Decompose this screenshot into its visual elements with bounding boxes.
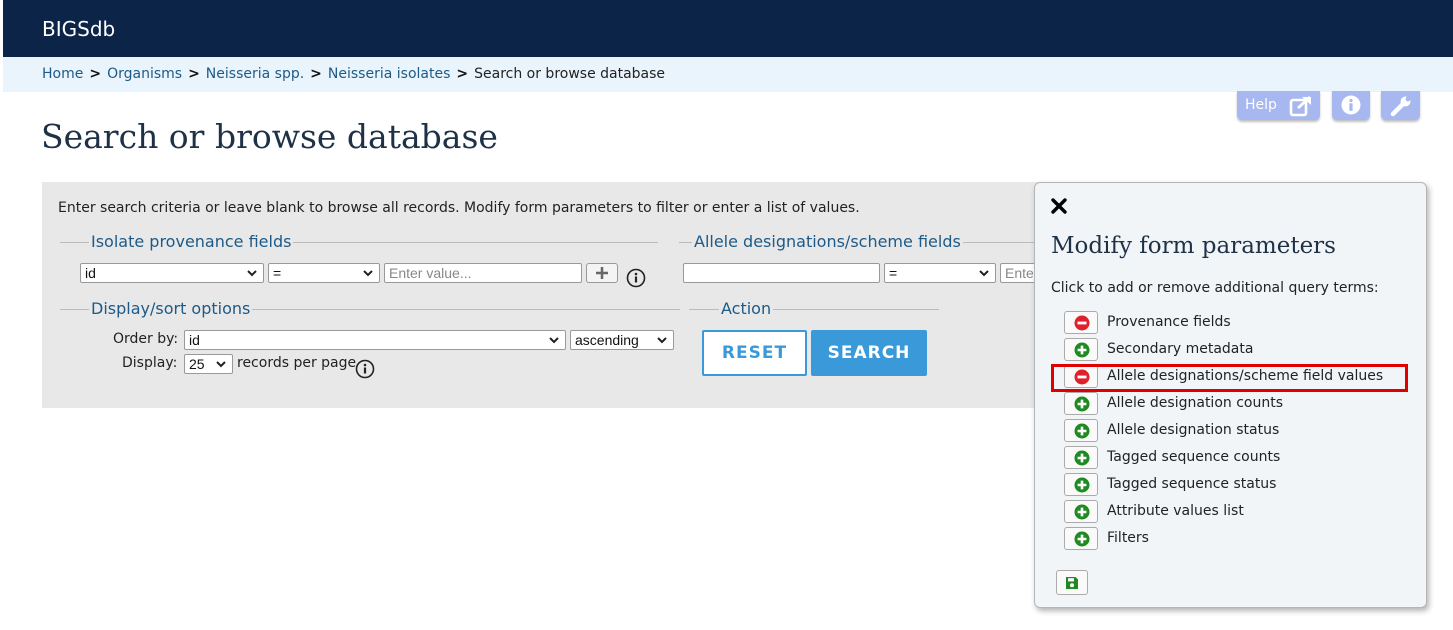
records-per-page-label: records per page xyxy=(237,355,357,371)
page-title: Search or browse database xyxy=(41,117,498,156)
option-label: Tagged sequence counts xyxy=(1107,449,1281,465)
add-attribute-values-list-button[interactable] xyxy=(1064,500,1098,523)
help-label: Help xyxy=(1245,97,1277,113)
sort-direction-value: ascending xyxy=(575,332,639,348)
option-label: Tagged sequence status xyxy=(1107,476,1277,492)
option-tagged-sequence-counts: Tagged sequence counts xyxy=(1064,446,1424,470)
option-tagged-sequence-status: Tagged sequence status xyxy=(1064,473,1424,497)
add-allele-designation-status-button[interactable] xyxy=(1064,419,1098,442)
allele-operator-select[interactable]: = xyxy=(884,263,996,283)
action-legend: Action xyxy=(719,299,774,318)
help-button[interactable]: Help xyxy=(1237,91,1320,120)
info-button[interactable] xyxy=(1332,91,1370,120)
info-icon xyxy=(1341,95,1361,115)
sort-direction-select[interactable]: ascending xyxy=(570,330,674,350)
breadcrumb-separator: > xyxy=(188,66,200,82)
add-filters-button[interactable] xyxy=(1064,527,1098,550)
search-panel: Enter search criteria or leave blank to … xyxy=(42,182,1042,408)
breadcrumb-neisseria-isolates[interactable]: Neisseria isolates xyxy=(328,66,450,82)
option-label: Provenance fields xyxy=(1107,314,1231,330)
add-tagged-sequence-status-button[interactable] xyxy=(1064,473,1098,496)
provenance-legend: Isolate provenance fields xyxy=(89,232,294,251)
display-sort-legend: Display/sort options xyxy=(89,299,253,318)
order-by-label: Order by: xyxy=(113,331,179,347)
breadcrumb-separator: > xyxy=(310,66,322,82)
option-allele-designation-counts: Allele designation counts xyxy=(1064,392,1424,416)
option-label: Secondary metadata xyxy=(1107,341,1254,357)
plus-circle-icon xyxy=(1074,531,1090,547)
chevron-down-icon xyxy=(657,337,667,344)
order-by-value: id xyxy=(189,332,200,348)
chevron-down-icon xyxy=(216,361,226,368)
close-icon[interactable] xyxy=(1050,197,1068,215)
plus-icon xyxy=(596,267,608,279)
provenance-field-value: id xyxy=(85,265,96,281)
allele-operator-value: = xyxy=(889,265,898,281)
breadcrumb-neisseria-spp[interactable]: Neisseria spp. xyxy=(206,66,304,82)
remove-provenance-fields-button[interactable] xyxy=(1064,311,1098,334)
option-label: Attribute values list xyxy=(1107,503,1244,519)
add-secondary-metadata-button[interactable] xyxy=(1064,338,1098,361)
modal-title: Modify form parameters xyxy=(1051,233,1336,259)
chevron-down-icon xyxy=(363,270,373,277)
option-filters: Filters xyxy=(1064,527,1424,551)
add-tagged-sequence-counts-button[interactable] xyxy=(1064,446,1098,469)
display-label: Display: xyxy=(122,355,178,371)
save-options-button[interactable] xyxy=(1056,570,1088,595)
breadcrumb: Home > Organisms > Neisseria spp. > Neisseria … xyxy=(3,57,1453,92)
add-allele-designation-counts-button[interactable] xyxy=(1064,392,1098,415)
option-label: Filters xyxy=(1107,530,1149,546)
top-bar: BIGSdb xyxy=(3,0,1453,57)
modify-form-modal: Modify form parameters Click to add or r… xyxy=(1034,182,1427,608)
breadcrumb-separator: > xyxy=(456,66,469,82)
wrench-icon xyxy=(1390,96,1411,117)
allele-fieldset: Allele designations/scheme fields xyxy=(679,232,1042,292)
info-circle-icon[interactable] xyxy=(355,359,375,379)
option-attribute-values-list: Attribute values list xyxy=(1064,500,1424,524)
allele-legend: Allele designations/scheme fields xyxy=(692,232,963,251)
chevron-down-icon xyxy=(549,337,559,344)
option-provenance-fields: Provenance fields xyxy=(1064,311,1424,335)
breadcrumb-organisms[interactable]: Organisms xyxy=(107,66,182,82)
allele-field-input[interactable] xyxy=(683,263,880,283)
brand-title[interactable]: BIGSdb xyxy=(42,17,115,41)
option-allele-designation-status: Allele designation status xyxy=(1064,419,1424,443)
breadcrumb-current: Search or browse database xyxy=(474,66,666,82)
order-by-select[interactable]: id xyxy=(184,330,566,350)
breadcrumb-separator: > xyxy=(89,66,102,82)
plus-circle-icon xyxy=(1074,396,1090,412)
modal-instructions: Click to add or remove additional query … xyxy=(1051,280,1379,296)
search-instructions: Enter search criteria or leave blank to … xyxy=(58,200,860,216)
option-label: Allele designation status xyxy=(1107,422,1280,438)
plus-circle-icon xyxy=(1074,450,1090,466)
provenance-operator-value: = xyxy=(273,265,282,281)
breadcrumb-home[interactable]: Home xyxy=(42,66,83,82)
records-per-page-select[interactable]: 25 xyxy=(184,354,233,374)
plus-circle-icon xyxy=(1074,477,1090,493)
info-circle-icon[interactable] xyxy=(626,268,646,288)
option-secondary-metadata: Secondary metadata xyxy=(1064,338,1424,362)
external-link-icon xyxy=(1289,95,1311,117)
option-label: Allele designation counts xyxy=(1107,395,1284,411)
provenance-field-select[interactable]: id xyxy=(80,263,264,283)
add-provenance-row-button[interactable] xyxy=(586,263,618,283)
provenance-operator-select[interactable]: = xyxy=(268,263,380,283)
chevron-down-icon xyxy=(979,270,989,277)
reset-button[interactable]: RESET xyxy=(702,330,807,376)
wrench-button[interactable] xyxy=(1381,91,1420,120)
chevron-down-icon xyxy=(247,270,257,277)
save-icon xyxy=(1066,577,1078,589)
provenance-fieldset: Isolate provenance fields xyxy=(60,232,658,292)
search-button[interactable]: SEARCH xyxy=(811,330,927,376)
records-per-page-value: 25 xyxy=(189,356,205,372)
highlight-box xyxy=(1051,364,1408,392)
plus-circle-icon xyxy=(1074,342,1090,358)
minus-circle-icon xyxy=(1074,315,1090,331)
plus-circle-icon xyxy=(1074,504,1090,520)
plus-circle-icon xyxy=(1074,423,1090,439)
provenance-value-input[interactable]: Enter value... xyxy=(384,263,582,283)
